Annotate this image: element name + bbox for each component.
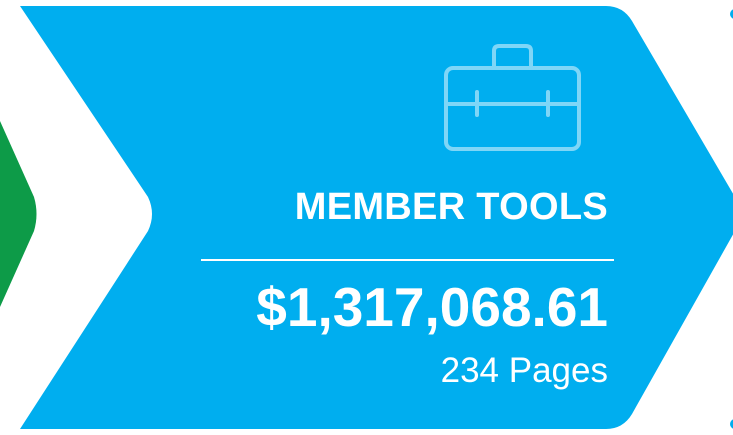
category-title: MEMBER TOOLS bbox=[294, 186, 608, 228]
process-flow-stage: MEMBER TOOLS $1,317,068.61 234 Pages bbox=[0, 0, 733, 435]
amount-value: $1,317,068.61 bbox=[256, 276, 608, 338]
briefcase-icon bbox=[440, 42, 585, 154]
page-count: 234 Pages bbox=[440, 351, 608, 390]
divider-line bbox=[201, 259, 614, 261]
previous-chevron-green bbox=[0, 121, 37, 307]
